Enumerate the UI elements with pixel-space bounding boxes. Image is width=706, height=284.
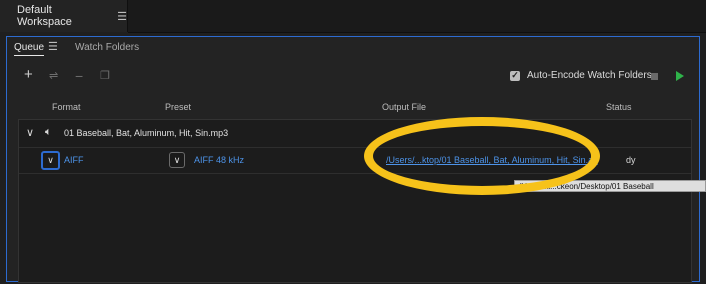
duplicate-icon[interactable]: ❐ <box>100 69 110 82</box>
preset-link[interactable]: AIFF 48 kHz <box>194 155 244 165</box>
queue-menu-icon[interactable]: ☰ <box>48 40 58 53</box>
chevron-down-icon[interactable]: ∨ <box>26 126 34 139</box>
workspace-tab[interactable]: Default Workspace ☰ <box>0 0 128 32</box>
column-preset: Preset <box>165 102 192 112</box>
highlight-circle-annotation <box>364 117 600 195</box>
start-queue-icon[interactable] <box>676 71 684 81</box>
format-link[interactable]: AIFF <box>64 155 84 165</box>
workspace-tab-label: Default Workspace <box>17 4 72 28</box>
column-format: Format <box>52 102 81 112</box>
workspace-menu-icon[interactable]: ☰ <box>117 10 127 23</box>
preset-dropdown-button[interactable]: ∨ <box>169 152 185 168</box>
stop-queue-icon[interactable] <box>651 73 658 80</box>
settings-sliders-icon[interactable]: ⇌ <box>49 69 58 82</box>
top-bar <box>128 0 706 33</box>
source-file-name: 01 Baseball, Bat, Aluminum, Hit, Sin.mp3 <box>64 128 229 138</box>
tab-watch-folders[interactable]: Watch Folders <box>75 42 139 53</box>
format-dropdown-button[interactable]: ∨ <box>41 151 60 170</box>
panel-tabs: Queue ☰ Watch Folders <box>7 37 699 57</box>
add-source-icon[interactable]: + <box>24 66 33 83</box>
status-text: dy <box>626 155 636 165</box>
auto-encode-toggle[interactable]: ✓ Auto-Encode Watch Folders <box>510 70 652 81</box>
tab-queue[interactable]: Queue <box>14 42 45 56</box>
speaker-icon: 🔈︎ <box>45 126 52 138</box>
column-status: Status <box>606 102 632 112</box>
auto-encode-checkbox[interactable]: ✓ <box>510 70 520 81</box>
queue-toolbar: + ⇌ − ❐ ✓ Auto-Encode Watch Folders <box>7 65 699 87</box>
column-output-file: Output File <box>382 102 427 112</box>
remove-icon[interactable]: − <box>75 68 83 84</box>
auto-encode-label: Auto-Encode Watch Folders <box>527 70 652 81</box>
